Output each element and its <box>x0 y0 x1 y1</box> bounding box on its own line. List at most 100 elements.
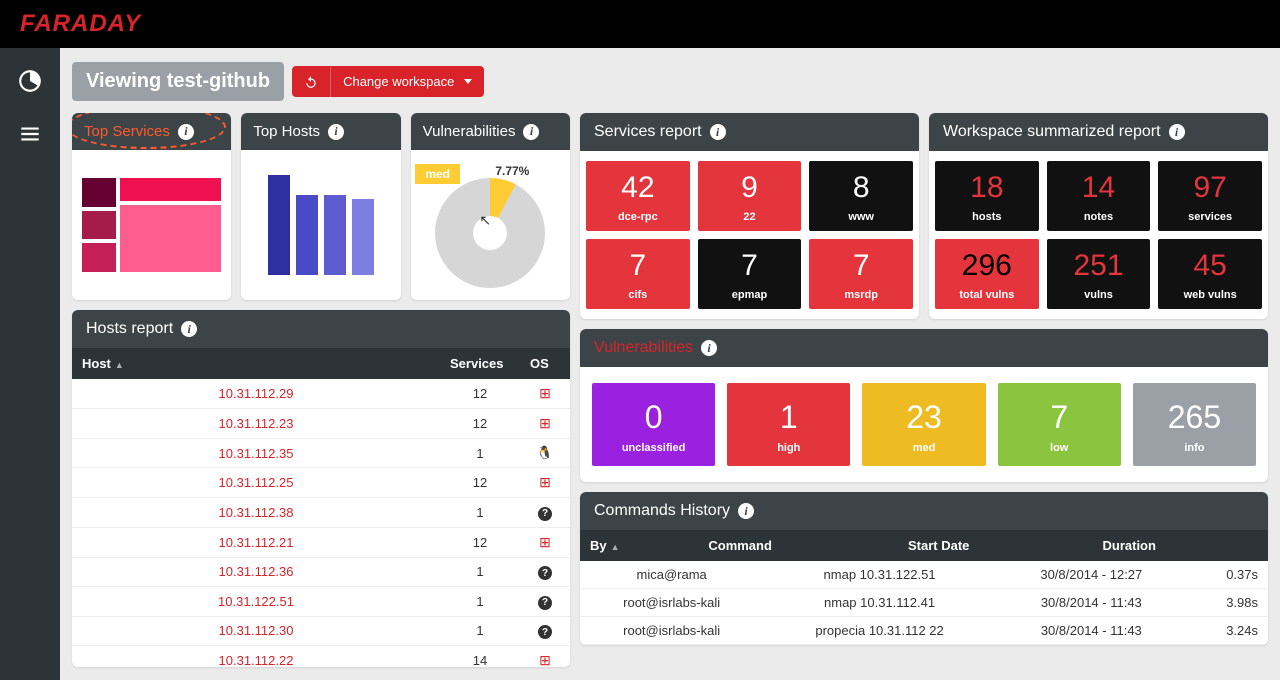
cmd-text: nmap 10.31.112.41 <box>763 589 996 617</box>
stat-number: 7 <box>586 249 690 283</box>
table-row[interactable]: 10.31.112.21 12 ⊞ <box>72 527 570 557</box>
change-workspace-button[interactable]: Change workspace <box>292 66 484 97</box>
top-hosts-panel[interactable]: Top Hosts i <box>241 113 400 300</box>
col-command[interactable]: Command <box>698 530 898 561</box>
host-link[interactable]: 10.31.112.25 <box>219 475 294 490</box>
table-row[interactable]: 10.31.112.38 1 ? <box>72 498 570 528</box>
host-link[interactable]: 10.31.112.29 <box>219 386 294 401</box>
vuln-tile[interactable]: 23 med <box>862 383 985 466</box>
stat-number: 8 <box>809 171 913 205</box>
host-link[interactable]: 10.31.112.23 <box>219 416 294 431</box>
services-count: 1 <box>440 498 520 528</box>
table-row[interactable]: root@isrlabs-kali nmap 10.31.112.41 30/8… <box>580 589 1268 617</box>
cmd-start: 30/8/2014 - 12:27 <box>996 561 1187 589</box>
stat-tile[interactable]: 18 hosts <box>935 161 1039 231</box>
cmd-start: 30/8/2014 - 11:43 <box>996 617 1187 645</box>
stat-number: 45 <box>1158 249 1262 283</box>
stat-tile[interactable]: 7 cifs <box>586 239 690 309</box>
stat-label: total vulns <box>935 289 1039 301</box>
col-start[interactable]: Start Date <box>898 530 1093 561</box>
stat-label: epmap <box>698 289 802 301</box>
info-icon[interactable]: i <box>1169 124 1185 140</box>
host-link[interactable]: 10.31.122.51 <box>218 594 294 609</box>
vuln-tile[interactable]: 7 low <box>998 383 1121 466</box>
services-count: 1 <box>440 439 520 468</box>
table-row[interactable]: 10.31.112.22 14 ⊞ <box>72 646 570 668</box>
stat-label: web vulns <box>1158 289 1262 301</box>
unknown-os-icon: ? <box>538 625 552 639</box>
stat-tile[interactable]: 97 services <box>1158 161 1262 231</box>
vuln-tile[interactable]: 0 unclassified <box>592 383 715 466</box>
host-link[interactable]: 10.31.112.36 <box>219 564 294 579</box>
table-row[interactable]: 10.31.112.23 12 ⊞ <box>72 409 570 439</box>
table-row[interactable]: 10.31.112.35 1 🐧 <box>72 439 570 468</box>
cmd-duration: 3.98s <box>1187 589 1268 617</box>
stat-tile[interactable]: 45 web vulns <box>1158 239 1262 309</box>
stat-tile[interactable]: 8 www <box>809 161 913 231</box>
table-row[interactable]: 10.31.122.51 1 ? <box>72 587 570 617</box>
stat-tile[interactable]: 296 total vulns <box>935 239 1039 309</box>
donut-slice-label: med <box>415 164 460 184</box>
top-services-panel[interactable]: Top Servicesi <box>72 113 231 300</box>
table-row[interactable]: root@isrlabs-kali propecia 10.31.112 22 … <box>580 617 1268 645</box>
host-link[interactable]: 10.31.112.30 <box>219 623 294 638</box>
list-icon[interactable] <box>17 121 43 150</box>
hosts-report-title: Hosts report <box>86 320 173 338</box>
info-icon[interactable]: i <box>181 321 197 337</box>
stat-tile[interactable]: 7 epmap <box>698 239 802 309</box>
vulnerabilities-donut-panel[interactable]: Vulnerabilitiesi med 7.77% ↖ <box>411 113 570 300</box>
services-count: 1 <box>440 616 520 646</box>
stat-label: services <box>1158 211 1262 223</box>
chevron-down-icon <box>464 79 472 84</box>
stat-label: hosts <box>935 211 1039 223</box>
stat-tile[interactable]: 9 22 <box>698 161 802 231</box>
stat-number: 18 <box>935 171 1039 205</box>
stat-label: vulns <box>1047 289 1151 301</box>
info-icon[interactable]: i <box>523 124 539 140</box>
change-workspace-label: Change workspace <box>343 74 454 89</box>
stat-tile[interactable]: 7 msrdp <box>809 239 913 309</box>
info-icon[interactable]: i <box>738 503 754 519</box>
stat-tile[interactable]: 14 notes <box>1047 161 1151 231</box>
table-row[interactable]: 10.31.112.29 12 ⊞ <box>72 379 570 409</box>
info-icon[interactable]: i <box>328 124 344 140</box>
host-link[interactable]: 10.31.112.38 <box>219 505 294 520</box>
stat-label: www <box>809 211 913 223</box>
col-duration[interactable]: Duration <box>1093 530 1269 561</box>
left-nav <box>0 48 60 680</box>
col-os[interactable]: OS <box>520 348 570 379</box>
col-by[interactable]: By▲ <box>580 530 698 561</box>
host-link[interactable]: 10.31.112.21 <box>219 535 294 550</box>
services-count: 14 <box>440 646 520 668</box>
cmd-start: 30/8/2014 - 11:43 <box>996 589 1187 617</box>
vuln-summary-title: Vulnerabilities <box>594 339 693 357</box>
info-icon[interactable]: i <box>701 340 717 356</box>
hosts-report-panel: Hosts report i Host▲ Services OS 10.31.11… <box>72 310 570 667</box>
col-host[interactable]: Host▲ <box>72 348 440 379</box>
col-services[interactable]: Services <box>440 348 520 379</box>
info-icon[interactable]: i <box>178 124 194 140</box>
vuln-tile[interactable]: 1 high <box>727 383 850 466</box>
host-link[interactable]: 10.31.112.22 <box>219 653 294 667</box>
services-count: 1 <box>440 557 520 587</box>
stat-tile[interactable]: 42 dce-rpc <box>586 161 690 231</box>
stat-number: 14 <box>1047 171 1151 205</box>
table-row[interactable]: 10.31.112.30 1 ? <box>72 616 570 646</box>
host-link[interactable]: 10.31.112.35 <box>219 446 294 461</box>
stat-tile[interactable]: 251 vulns <box>1047 239 1151 309</box>
stat-label: high <box>727 442 850 454</box>
brand-logo: FARADAY <box>20 10 141 38</box>
stat-number: 23 <box>862 399 985 436</box>
dashboard-icon[interactable] <box>17 68 43 97</box>
table-row[interactable]: 10.31.112.25 12 ⊞ <box>72 468 570 498</box>
vuln-tile[interactable]: 265 info <box>1133 383 1256 466</box>
info-icon[interactable]: i <box>710 124 726 140</box>
table-row[interactable]: mica@rama nmap 10.31.122.51 30/8/2014 - … <box>580 561 1268 589</box>
services-report-title: Services report <box>594 123 702 141</box>
stat-label: cifs <box>586 289 690 301</box>
services-count: 12 <box>440 468 520 498</box>
stat-number: 265 <box>1133 399 1256 436</box>
table-row[interactable]: 10.31.112.36 1 ? <box>72 557 570 587</box>
top-hosts-title: Top Hosts <box>253 123 320 140</box>
refresh-icon[interactable] <box>292 67 331 97</box>
